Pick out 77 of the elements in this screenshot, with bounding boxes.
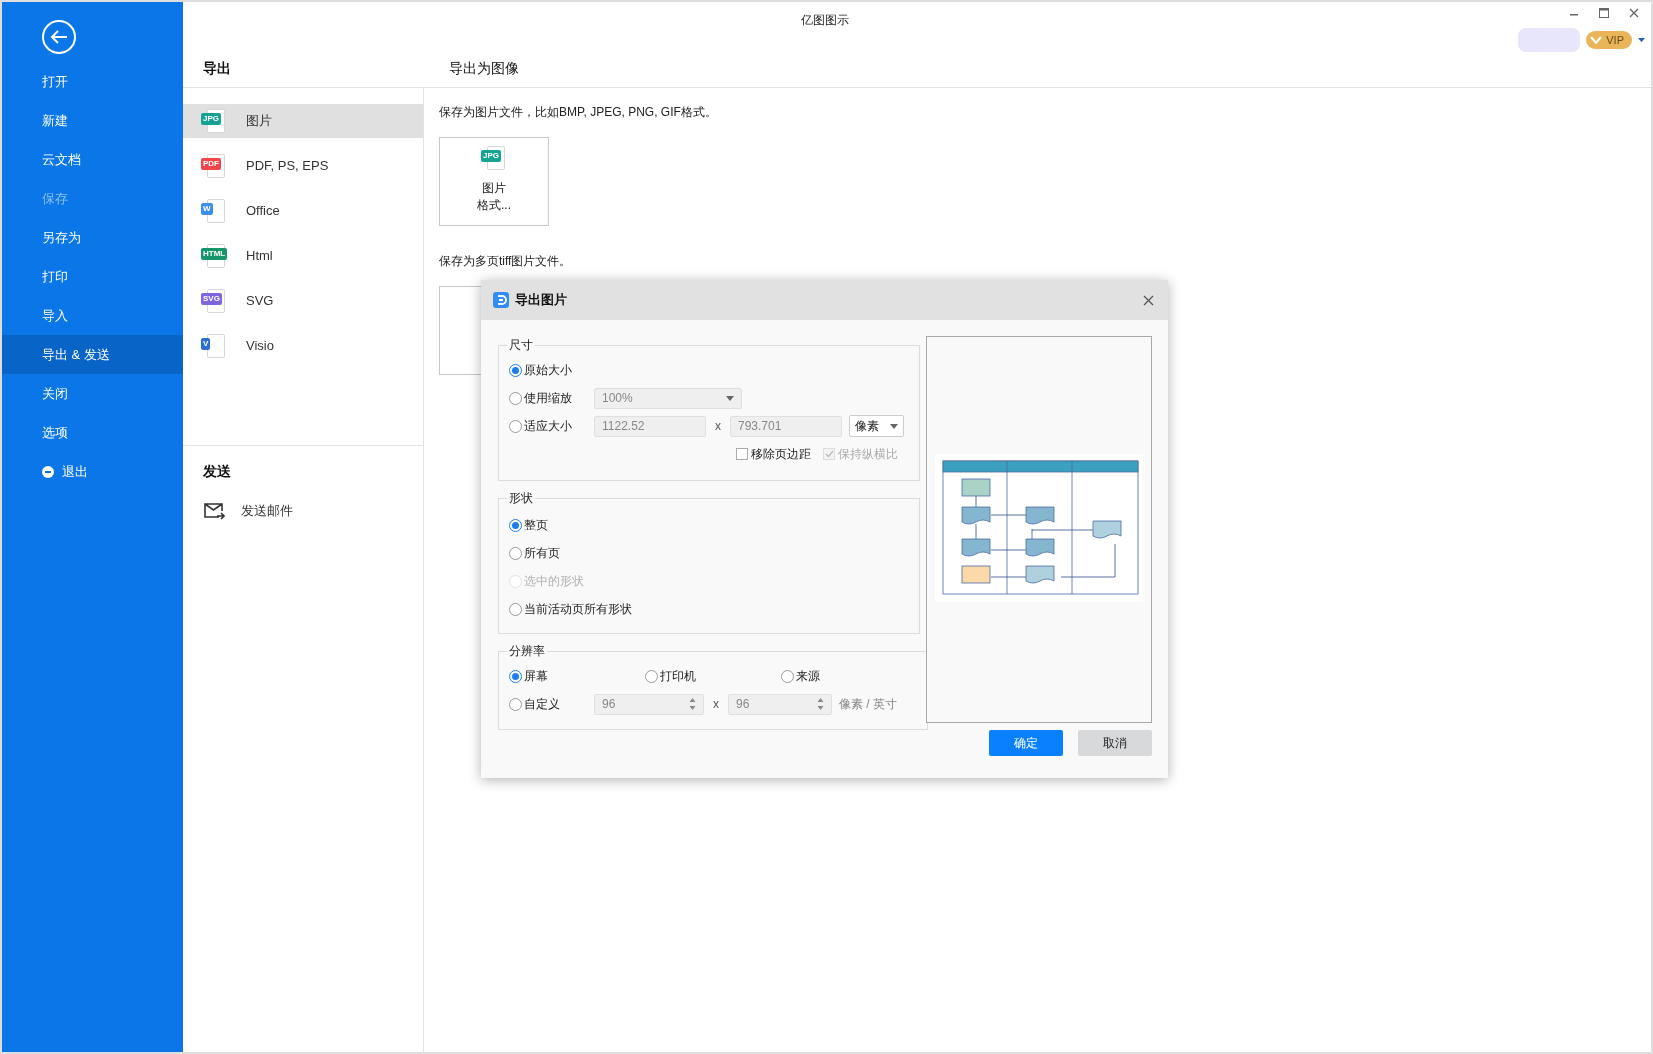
export-format-item[interactable]: JPG 图片 bbox=[183, 104, 423, 138]
caret-icon bbox=[726, 395, 734, 401]
sidebar-item[interactable]: 新建 bbox=[2, 101, 183, 140]
format-badge: PDF bbox=[201, 158, 221, 170]
radio-label: 来源 bbox=[796, 668, 820, 685]
radio-button[interactable] bbox=[509, 518, 522, 532]
format-badge: JPG bbox=[481, 150, 501, 162]
left-arrow-icon bbox=[50, 29, 68, 45]
group-legend: 分辨率 bbox=[507, 642, 547, 660]
checkbox[interactable] bbox=[736, 448, 748, 460]
sidebar-item[interactable]: 打印 bbox=[2, 257, 183, 296]
radio-label: 屏幕 bbox=[524, 668, 548, 685]
caret-icon bbox=[890, 423, 898, 429]
send-email-item[interactable]: 发送邮件 bbox=[183, 496, 423, 526]
sidebar-item[interactable]: 云文档 bbox=[2, 140, 183, 179]
envelope-icon bbox=[203, 502, 225, 520]
export-format-item[interactable]: SVG SVG bbox=[183, 284, 423, 318]
radio-label: 打印机 bbox=[660, 668, 696, 685]
vip-badge[interactable]: VIP bbox=[1586, 31, 1632, 49]
group-legend: 形状 bbox=[507, 489, 535, 507]
radio-button[interactable] bbox=[509, 419, 522, 433]
sidebar-item[interactable]: 另存为 bbox=[2, 218, 183, 257]
close-icon[interactable] bbox=[1143, 294, 1154, 306]
section-heading: 发送 bbox=[203, 462, 232, 481]
radio-button[interactable] bbox=[509, 669, 522, 683]
export-format-item[interactable]: PDF PDF, PS, EPS bbox=[183, 149, 423, 183]
radio-button[interactable] bbox=[509, 697, 522, 711]
ok-button[interactable]: 确定 bbox=[989, 730, 1063, 756]
format-badge: W bbox=[201, 203, 213, 215]
back-button[interactable] bbox=[42, 20, 76, 54]
radio-button[interactable] bbox=[645, 669, 658, 683]
export-card[interactable]: JPG 图片 格式... bbox=[439, 137, 549, 226]
sidebar-item[interactable]: 选项 bbox=[2, 413, 183, 452]
unit-select[interactable]: 像素 bbox=[849, 415, 904, 437]
group-legend: 尺寸 bbox=[507, 336, 535, 354]
format-badge: JPG bbox=[201, 113, 221, 125]
close-icon[interactable] bbox=[1629, 8, 1639, 18]
export-format-item[interactable]: W Office bbox=[183, 194, 423, 228]
radio-label: 选中的形状 bbox=[524, 573, 584, 590]
section-description: 保存为图片文件，比如BMP, JPEG, PNG, GIF格式。 bbox=[439, 104, 718, 121]
radio-label: 当前活动页所有形状 bbox=[524, 601, 632, 618]
dialog-title: 导出图片 bbox=[515, 291, 568, 310]
radio-label: 适应大小 bbox=[524, 418, 572, 435]
sidebar-item[interactable]: 退出 bbox=[2, 452, 183, 491]
cancel-button[interactable]: 取消 bbox=[1078, 730, 1152, 756]
sidebar-item[interactable]: 导入 bbox=[2, 296, 183, 335]
radio-label: 使用缩放 bbox=[524, 390, 572, 407]
sidebar-item[interactable]: 导出 & 发送 bbox=[2, 335, 183, 374]
sidebar-item[interactable]: 关闭 bbox=[2, 374, 183, 413]
format-badge: HTML bbox=[201, 248, 228, 260]
radio-label: 整页 bbox=[524, 517, 548, 534]
radio-button[interactable] bbox=[509, 602, 522, 616]
checkbox-label: 移除页边距 bbox=[751, 446, 811, 463]
radio-button[interactable] bbox=[509, 546, 522, 560]
page-heading: 导出为图像 bbox=[449, 59, 520, 78]
section-heading: 导出 bbox=[203, 59, 232, 78]
export-format-item[interactable]: V Visio bbox=[183, 329, 423, 363]
radio-button[interactable] bbox=[781, 669, 794, 683]
radio-button[interactable] bbox=[509, 391, 522, 405]
sidebar-item[interactable]: 打开 bbox=[2, 62, 183, 101]
export-format-item[interactable]: HTML Html bbox=[183, 239, 423, 273]
format-badge: V bbox=[201, 338, 211, 350]
maximize-icon[interactable] bbox=[1599, 8, 1609, 18]
caret-icon[interactable] bbox=[1638, 38, 1645, 42]
unit-label: 像素 / 英寸 bbox=[839, 696, 897, 713]
section-description: 保存为多页tiff图片文件。 bbox=[439, 253, 573, 270]
checkbox-label: 保持纵横比 bbox=[838, 446, 898, 463]
radio-label: 原始大小 bbox=[524, 362, 572, 379]
radio-label: 自定义 bbox=[524, 696, 560, 713]
times-sign: x bbox=[714, 418, 722, 435]
times-sign: x bbox=[712, 696, 720, 713]
format-badge: SVG bbox=[201, 293, 222, 305]
window-title: 亿图图示 bbox=[801, 13, 849, 27]
minus-circle-icon bbox=[42, 465, 54, 478]
radio-label: 所有页 bbox=[524, 545, 560, 562]
radio-button[interactable] bbox=[509, 363, 522, 377]
app-logo-icon bbox=[493, 292, 509, 308]
